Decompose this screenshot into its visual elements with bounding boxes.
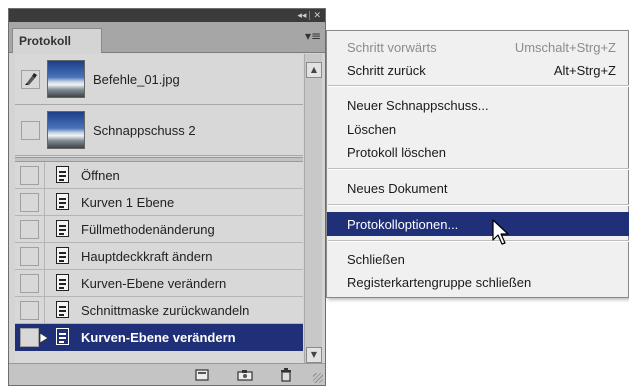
snapshot-thumbnail: [47, 60, 85, 98]
menu-item-shortcut: Alt+Strg+Z: [553, 62, 616, 78]
menu-item-label: Schritt vorwärts: [347, 39, 437, 55]
history-state-icon: [55, 274, 71, 292]
history-state-label: Schnittmaske zurückwandeln: [81, 302, 250, 318]
history-state-slider-icon[interactable]: [40, 333, 48, 343]
history-brush-source-box[interactable]: [20, 219, 39, 239]
history-source-cell[interactable]: [15, 189, 45, 215]
trash-icon[interactable]: [278, 368, 294, 382]
menu-item-step-forward[interactable]: Schritt vorwärts Umschalt+Strg+Z: [327, 35, 629, 59]
history-brush-source-box[interactable]: [20, 300, 39, 320]
history-brush-source-box[interactable]: [20, 273, 39, 293]
history-source-cell[interactable]: [15, 324, 48, 350]
menu-item-close-tab-group[interactable]: Registerkartengruppe schließen: [327, 270, 629, 294]
close-icon[interactable]: ✕: [313, 11, 321, 21]
history-source-cell[interactable]: [15, 297, 45, 323]
history-state-row-selected[interactable]: Kurven-Ebene verändern: [15, 324, 303, 351]
history-source-cell[interactable]: [15, 216, 45, 242]
history-state-row[interactable]: Kurven-Ebene verändern: [15, 270, 303, 297]
snapshot-thumbnail: [47, 111, 85, 149]
menu-item-shortcut: Umschalt+Strg+Z: [514, 39, 616, 55]
history-state-label: Hauptdeckkraft ändern: [81, 248, 213, 264]
menu-item-history-options[interactable]: Protokolloptionen...: [327, 212, 629, 236]
snapshot-row[interactable]: Schnappschuss 2: [15, 105, 303, 156]
snapshot-label: Befehle_01.jpg: [93, 71, 180, 87]
panel-tab-bar: Protokoll ▾≡: [9, 22, 325, 53]
menu-separator: [328, 85, 629, 87]
history-state-label: Öffnen: [81, 167, 120, 183]
history-state-row[interactable]: Hauptdeckkraft ändern: [15, 243, 303, 270]
history-state-icon: [55, 328, 71, 346]
history-state-label: Füllmethodenänderung: [81, 221, 215, 237]
history-state-icon: [55, 301, 71, 319]
history-state-label: Kurven-Ebene verändern: [81, 275, 227, 291]
history-brush-icon: [24, 72, 37, 85]
history-state-icon: [55, 166, 71, 184]
menu-item-new-document[interactable]: Neues Dokument: [327, 176, 629, 200]
menu-item-new-snapshot[interactable]: Neuer Schnappschuss...: [327, 93, 629, 117]
history-brush-source-box[interactable]: [20, 165, 39, 185]
history-brush-source-box[interactable]: [20, 327, 39, 347]
menu-item-label: Neuer Schnappschuss...: [347, 97, 489, 113]
history-state-icon: [55, 220, 71, 238]
history-panel-menu: Schritt vorwärts Umschalt+Strg+Z Schritt…: [326, 30, 629, 298]
history-brush-source-box[interactable]: [20, 120, 40, 140]
history-source-cell[interactable]: [15, 270, 45, 296]
history-brush-source-box[interactable]: [20, 69, 40, 89]
menu-item-step-backward[interactable]: Schritt zurück Alt+Strg+Z: [327, 58, 629, 82]
menu-separator: [328, 240, 629, 242]
menu-item-clear-history[interactable]: Protokoll löschen: [327, 140, 629, 164]
menu-item-label: Schritt zurück: [347, 62, 426, 78]
menu-item-label: Löschen: [347, 121, 397, 137]
history-state-row[interactable]: Schnittmaske zurückwandeln: [15, 297, 303, 324]
history-state-icon: [55, 193, 71, 211]
history-scrollbar[interactable]: ▲ ▼: [304, 54, 322, 364]
snapshot-label: Schnappschuss 2: [93, 122, 196, 138]
panel-footer: [9, 363, 325, 385]
menu-item-label: Neues Dokument: [347, 180, 448, 196]
history-state-icon: [55, 247, 71, 265]
snapshot-row[interactable]: Befehle_01.jpg: [15, 54, 303, 105]
panel-collapse-bar: ◂◂ ✕: [9, 9, 325, 22]
collapse-icon[interactable]: ◂◂: [297, 11, 306, 21]
menu-separator: [328, 168, 629, 170]
menu-item-delete[interactable]: Löschen: [327, 117, 629, 141]
history-source-cell[interactable]: [15, 162, 45, 188]
scroll-down-icon[interactable]: ▼: [306, 347, 322, 363]
history-state-row[interactable]: Kurven 1 Ebene: [15, 189, 303, 216]
mouse-pointer-icon: [492, 219, 509, 245]
collapse-bar-separator: [309, 11, 311, 20]
history-source-cell[interactable]: [15, 105, 45, 155]
history-source-cell[interactable]: [15, 243, 45, 269]
new-snapshot-icon[interactable]: [237, 368, 253, 382]
history-brush-source-box[interactable]: [20, 246, 39, 266]
menu-item-label: Registerkartengruppe schließen: [347, 274, 532, 290]
resize-grip-icon[interactable]: [313, 373, 323, 383]
menu-item-label: Protokolloptionen...: [347, 216, 459, 232]
history-panel: ◂◂ ✕ Protokoll ▾≡ Befehle_01.jpg Schnapp…: [8, 8, 326, 386]
panel-menu-icon[interactable]: ▾≡: [305, 29, 321, 43]
history-state-label: Kurven-Ebene verändern: [81, 329, 236, 345]
history-list: Befehle_01.jpg Schnappschuss 2 Öffnen Ku…: [15, 54, 303, 364]
history-source-cell[interactable]: [15, 54, 45, 104]
tab-protokoll[interactable]: Protokoll: [12, 28, 102, 53]
history-state-label: Kurven 1 Ebene: [81, 194, 175, 210]
history-brush-source-box[interactable]: [20, 192, 39, 212]
menu-item-label: Protokoll löschen: [347, 144, 446, 160]
history-state-row[interactable]: Öffnen: [15, 162, 303, 189]
scroll-up-icon[interactable]: ▲: [306, 62, 322, 78]
menu-separator: [328, 204, 629, 206]
menu-item-label: Schließen: [347, 251, 405, 267]
history-state-row[interactable]: Füllmethodenänderung: [15, 216, 303, 243]
menu-item-close[interactable]: Schließen: [327, 247, 629, 271]
new-document-from-state-icon[interactable]: [194, 368, 210, 382]
